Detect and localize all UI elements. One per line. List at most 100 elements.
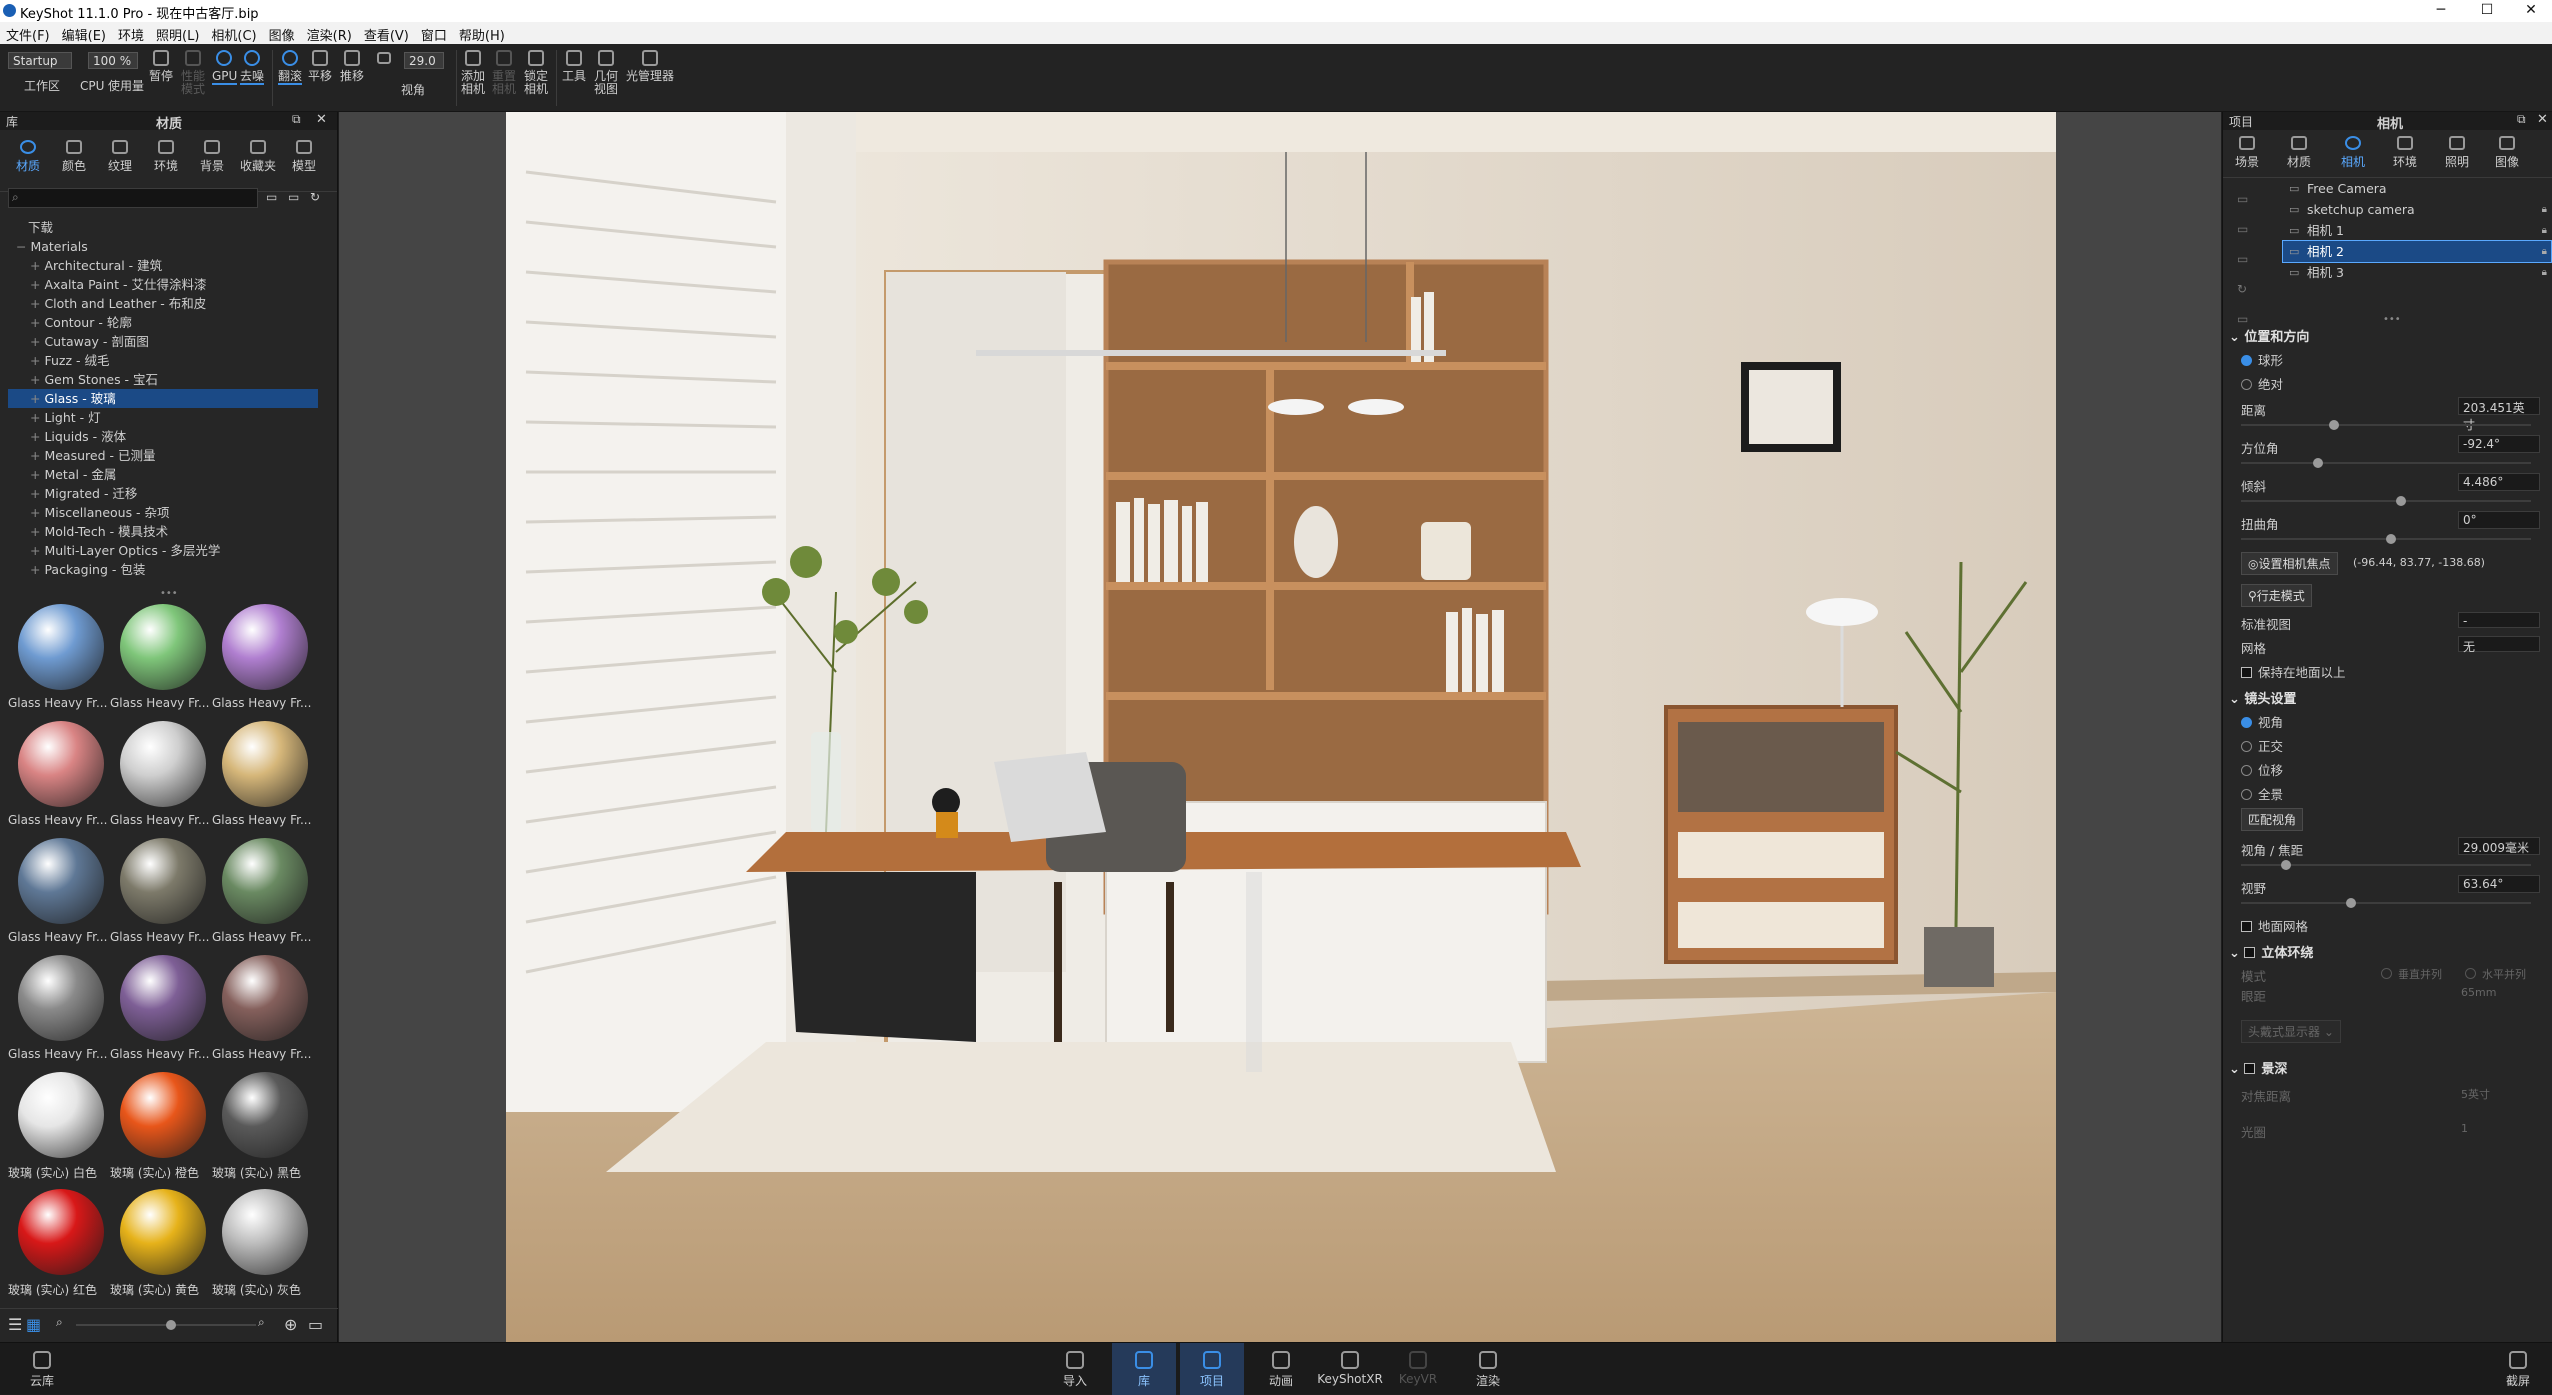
material-thumbnail[interactable]: 玻璃 (实心) 黑色 xyxy=(212,1068,312,1184)
cpu-toggle[interactable]: CPU xyxy=(80,80,104,93)
material-thumbnail[interactable]: Glass Heavy Fr... xyxy=(212,951,312,1067)
screenshot-button[interactable]: 截屏 xyxy=(2500,1351,2536,1389)
camera-list-item[interactable]: ▭ Free Camera xyxy=(2283,178,2551,199)
maximize-button[interactable]: ☐ xyxy=(2464,0,2510,22)
render-button[interactable]: 渲染 xyxy=(1470,1351,1506,1389)
add-folder-icon[interactable]: ▭ xyxy=(288,190,299,204)
menu-window[interactable]: 窗口 xyxy=(415,22,453,44)
tree-item[interactable]: + Liquids - 液体 xyxy=(8,427,318,446)
distance-slider[interactable] xyxy=(2241,420,2531,430)
fov-input[interactable]: 29.0 xyxy=(404,52,444,69)
lock-icon[interactable]: 🔒︎ xyxy=(2542,262,2547,283)
refresh-icon[interactable]: ↻ xyxy=(2237,274,2248,304)
set-focus-button[interactable]: ◎设置相机焦点 xyxy=(2241,552,2338,575)
tree-item[interactable]: + Glass - 玻璃 xyxy=(8,389,318,408)
fov-input[interactable]: 63.64° xyxy=(2458,875,2540,893)
rendered-scene-image[interactable] xyxy=(506,112,2056,1342)
usage-label[interactable]: 使用量 xyxy=(106,80,146,93)
horizontal-radio[interactable]: 水平并列 xyxy=(2465,966,2526,982)
orbit-radio[interactable]: 球形 xyxy=(2241,350,2283,369)
cloud-library-button[interactable]: 云库 xyxy=(24,1351,60,1389)
menu-help[interactable]: 帮助(H) xyxy=(453,22,511,44)
focus-distance-value[interactable]: 5英寸 xyxy=(2461,1086,2490,1102)
menu-render[interactable]: 渲染(R) xyxy=(301,22,358,44)
twist-slider[interactable] xyxy=(2241,534,2531,544)
reset-camera-button[interactable]: 重置相机 xyxy=(490,50,518,96)
grid-view-icon[interactable]: ▦ xyxy=(26,1315,41,1334)
expand-icon[interactable]: + xyxy=(30,524,44,539)
trash-icon[interactable]: ▭ xyxy=(2237,244,2248,274)
shift-radio[interactable]: 位移 xyxy=(2241,760,2283,779)
dof-section-header[interactable]: ⌄ 景深 xyxy=(2229,1058,2287,1077)
list-view-icon[interactable]: ☰ xyxy=(8,1315,22,1334)
azimuth-slider[interactable] xyxy=(2241,458,2531,468)
material-thumbnail[interactable]: Glass Heavy Fr... xyxy=(212,600,312,716)
material-thumbnail[interactable]: 玻璃 (实心) 白色 xyxy=(8,1068,108,1184)
expand-icon[interactable]: − xyxy=(16,239,30,254)
expand-icon[interactable]: + xyxy=(30,391,44,406)
performance-mode-button[interactable]: 性能模式 xyxy=(178,50,208,96)
camera-list-item[interactable]: ▭ 相机 1 🔒︎ xyxy=(2283,220,2551,241)
material-thumbnail[interactable]: Glass Heavy Fr... xyxy=(110,834,210,950)
panorama-radio[interactable]: 全景 xyxy=(2241,784,2283,803)
float-panel-icon[interactable]: ⧉ xyxy=(2517,112,2526,127)
tab-camera[interactable]: 相机 xyxy=(2337,136,2369,170)
tab-models[interactable]: 模型 xyxy=(288,140,320,174)
expand-icon[interactable]: + xyxy=(30,486,44,501)
close-panel-icon[interactable]: ✕ xyxy=(316,112,327,127)
library-search-input[interactable]: ⌕ xyxy=(8,188,258,208)
lock-icon[interactable]: 🔒︎ xyxy=(2542,220,2547,241)
tree-item[interactable]: + Multi-Layer Optics - 多层光学 xyxy=(8,541,318,560)
pause-button[interactable]: 暂停 xyxy=(148,50,174,83)
splitter-handle[interactable]: ••• xyxy=(160,588,178,599)
lock-camera-button[interactable]: 锁定相机 xyxy=(522,50,550,96)
orthographic-radio[interactable]: 正交 xyxy=(2241,736,2283,755)
add-icon[interactable]: ⊕ xyxy=(284,1315,297,1334)
geometry-view-button[interactable]: 几何视图 xyxy=(592,50,620,96)
lock-icon[interactable]: 🔒︎ xyxy=(2542,241,2547,262)
aperture-value[interactable]: 1 xyxy=(2461,1122,2468,1135)
vertical-radio[interactable]: 垂直并列 xyxy=(2381,966,2442,982)
tab-backplates[interactable]: 背景 xyxy=(196,140,228,174)
tree-item[interactable]: + Miscellaneous - 杂项 xyxy=(8,503,318,522)
splitter-handle[interactable]: ••• xyxy=(2383,314,2401,325)
zoom-in-icon[interactable]: ⌕ xyxy=(258,1315,265,1330)
render-viewport[interactable] xyxy=(339,112,2221,1342)
tumble-tool[interactable]: 翻滚 xyxy=(276,50,304,85)
dolly-tool[interactable]: 推移 xyxy=(338,50,366,83)
material-thumbnail[interactable]: Glass Heavy Fr... xyxy=(8,600,108,716)
expand-icon[interactable]: + xyxy=(30,277,44,292)
tab-image[interactable]: 图像 xyxy=(2491,136,2523,170)
keyvr-button[interactable]: KeyVR xyxy=(1398,1351,1438,1386)
expand-icon[interactable]: + xyxy=(30,410,44,425)
material-thumbnail[interactable]: Glass Heavy Fr... xyxy=(8,951,108,1067)
material-thumbnail[interactable]: Glass Heavy Fr... xyxy=(212,717,312,833)
tree-item[interactable]: + Cloth and Leather - 布和皮 xyxy=(8,294,318,313)
thumbnail-size-slider[interactable] xyxy=(76,1320,256,1330)
refresh-icon[interactable]: ↻ xyxy=(310,190,320,204)
distance-input[interactable]: 203.451英寸 xyxy=(2458,397,2540,432)
expand-icon[interactable]: + xyxy=(30,505,44,520)
tree-item[interactable]: + Cutaway - 剖面图 xyxy=(8,332,318,351)
project-button[interactable]: 项目 xyxy=(1180,1343,1244,1395)
material-thumbnail[interactable]: Glass Heavy Fr... xyxy=(110,951,210,1067)
float-panel-icon[interactable]: ⧉ xyxy=(292,112,301,127)
animation-button[interactable]: 动画 xyxy=(1264,1351,1298,1389)
ground-grid-checkbox[interactable]: 地面网格 xyxy=(2241,916,2308,935)
tools-button[interactable]: 工具 xyxy=(560,50,588,83)
absolute-radio[interactable]: 绝对 xyxy=(2241,374,2283,393)
tab-materials[interactable]: 材质 xyxy=(12,140,44,174)
expand-icon[interactable]: + xyxy=(30,429,44,444)
material-thumbnail[interactable]: 玻璃 (实心) 灰色 xyxy=(212,1185,312,1301)
twist-input[interactable]: 0° xyxy=(2458,511,2540,529)
lock-icon[interactable]: 🔒︎ xyxy=(2542,199,2547,220)
camera-tool-icon-1[interactable]: ▭ xyxy=(2237,184,2248,214)
focal-length-input[interactable]: 29.009毫米 xyxy=(2458,837,2540,855)
tree-item[interactable]: + Gem Stones - 宝石 xyxy=(8,370,318,389)
tab-lighting[interactable]: 照明 xyxy=(2441,136,2473,170)
menu-edit[interactable]: 编辑(E) xyxy=(56,22,112,44)
menu-camera[interactable]: 相机(C) xyxy=(205,22,262,44)
expand-icon[interactable]: + xyxy=(30,467,44,482)
expand-icon[interactable]: + xyxy=(30,296,44,311)
tab-textures[interactable]: 纹理 xyxy=(104,140,136,174)
